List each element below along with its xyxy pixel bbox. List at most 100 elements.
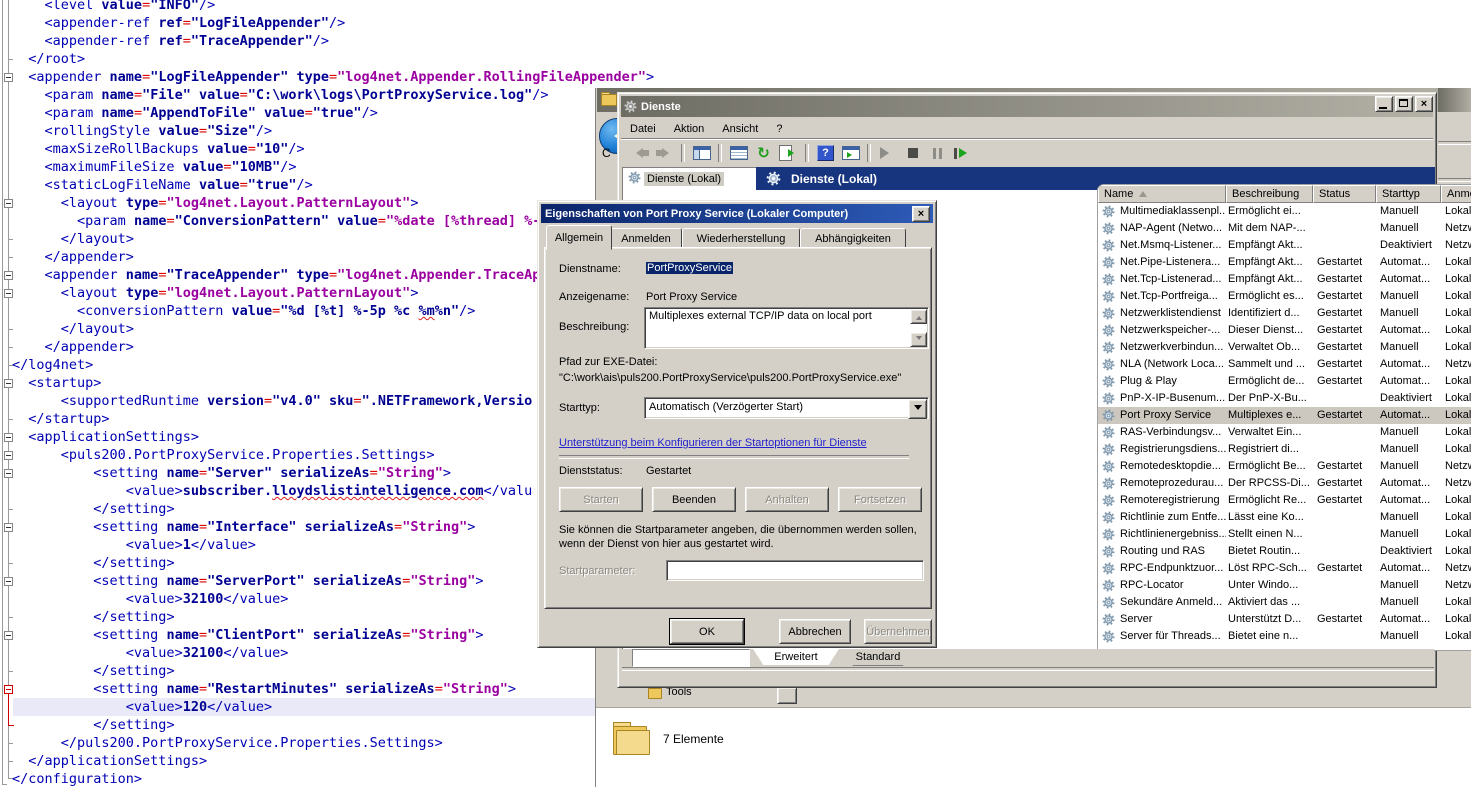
back-icon[interactable]: [627, 143, 652, 164]
service-row-ras-verbindungsv-[interactable]: RAS-Verbindungsv...Verwaltet Ein...Manue…: [1098, 424, 1471, 441]
export-list-icon[interactable]: [776, 143, 801, 164]
service-row-server-f-r-threads-[interactable]: Server für Threads...Bietet eine n...Man…: [1098, 628, 1471, 645]
minimize-icon[interactable]: [1375, 96, 1393, 112]
view-tab-standard[interactable]: Standard: [845, 649, 911, 666]
service-row-server[interactable]: ServerUnterstützt D...GestartetAutomat..…: [1098, 611, 1471, 628]
uebernehmen-button[interactable]: Übernehmen: [864, 619, 932, 644]
code-line[interactable]: </root>: [12, 50, 654, 68]
service-row-netzwerkspeicher-[interactable]: Netzwerkspeicher-...Dieser Dienst...Gest…: [1098, 322, 1471, 339]
fold-marker[interactable]: [8, 694, 9, 725]
properties-icon[interactable]: [726, 143, 751, 164]
service-row-rpc-endpunktzuor-[interactable]: RPC-Endpunktzuor...Löst RPC-Sch...Gestar…: [1098, 560, 1471, 577]
code-line[interactable]: <level value="INFO"/>: [12, 0, 654, 14]
restart-service-icon[interactable]: [950, 143, 975, 164]
ok-button[interactable]: OK: [670, 619, 744, 644]
gear-icon: [1102, 239, 1115, 252]
dienstname-value[interactable]: PortProxyService: [646, 262, 733, 274]
tree-item-dienste-lokal[interactable]: Dienste (Lokal): [625, 170, 727, 188]
maximize-icon[interactable]: [1395, 96, 1413, 112]
services-title-bar[interactable]: Dienste: [621, 96, 1433, 117]
code-line[interactable]: <maximumFileSize value="10MB"/>: [12, 158, 654, 176]
startparameter-input[interactable]: [666, 560, 924, 581]
service-row-richtlinie-zum-entfe-[interactable]: Richtlinie zum Entfe...Lässt eine Ko...M…: [1098, 509, 1471, 526]
service-name: Remoteprozedurau...: [1120, 477, 1226, 489]
filter-box[interactable]: [632, 649, 750, 667]
code-line[interactable]: </applicationSettings>: [12, 752, 654, 770]
gear-icon: [1102, 409, 1115, 422]
anhalten-button[interactable]: Anhalten: [745, 487, 829, 512]
menu-item-aktion[interactable]: Aktion: [665, 120, 714, 138]
service-row-net-tcp-portfreiga-[interactable]: Net.Tcp-Portfreiga...Ermöglicht es...Ges…: [1098, 288, 1471, 305]
service-description: Verwaltet Ob...: [1228, 341, 1314, 353]
service-row-netzwerkverbindun-[interactable]: Netzwerkverbindun...Verwaltet Ob...Gesta…: [1098, 339, 1471, 356]
code-line[interactable]: <setting name="RestartMinutes" serialize…: [12, 680, 654, 698]
code-line[interactable]: </setting>: [12, 716, 654, 734]
beschreibung-field[interactable]: Multiplexes external TCP/IP data on loca…: [644, 307, 929, 349]
beenden-button[interactable]: Beenden: [652, 487, 736, 512]
code-line[interactable]: </configuration>: [12, 770, 654, 787]
tab-allgemein[interactable]: Allgemein: [546, 225, 612, 250]
service-row-routing-und-ras[interactable]: Routing und RASBietet Routin...Deaktivie…: [1098, 543, 1471, 560]
service-row-sekund-re-anmeld-[interactable]: Sekundäre Anmeld...Aktiviert das ...Manu…: [1098, 594, 1471, 611]
pause-service-icon[interactable]: [925, 143, 950, 164]
service-row-multimediaklassenpl-[interactable]: Multimediaklassenpl...Ermöglicht ei...Ma…: [1098, 203, 1471, 220]
combo-dropdown-button[interactable]: [908, 399, 927, 419]
fortsetzen-button[interactable]: Fortsetzen: [838, 487, 922, 512]
service-row-port-proxy-service[interactable]: Port Proxy ServiceMultiplexes e...Gestar…: [1098, 407, 1471, 424]
code-line[interactable]: <appender-ref ref="TraceAppender"/>: [12, 32, 654, 50]
service-row-pnp-x-ip-busenum-[interactable]: PnP-X-IP-Busenum...Der PnP-X-Bu...Deakti…: [1098, 390, 1471, 407]
column-header-name[interactable]: Name: [1098, 185, 1226, 203]
extended-view-icon[interactable]: [838, 143, 863, 164]
service-row-net-msmq-listener-[interactable]: Net.Msmq-Listener...Empfängt Akt...Deakt…: [1098, 237, 1471, 254]
refresh-icon[interactable]: ↻: [751, 143, 776, 164]
startoptions-help-link[interactable]: Unterstützung beim Konfigurieren der Sta…: [559, 437, 867, 449]
code-line[interactable]: <maxSizeRollBackups value="10"/>: [12, 140, 654, 158]
code-line[interactable]: <param name="File" value="C:\work\logs\P…: [12, 86, 654, 104]
column-header-beschreibung[interactable]: Beschreibung: [1226, 185, 1313, 203]
menu-item-datei[interactable]: Datei: [621, 120, 665, 138]
code-line[interactable]: </setting>: [12, 662, 654, 680]
starttyp-combobox[interactable]: Automatisch (Verzögerter Start): [644, 397, 929, 419]
service-row-rpc-locator[interactable]: RPC-LocatorUnter Windo...ManuellNetzwerk…: [1098, 577, 1471, 594]
forward-icon[interactable]: [652, 143, 677, 164]
close-icon[interactable]: ×: [1415, 96, 1433, 112]
service-row-net-pipe-listenera-[interactable]: Net.Pipe-Listenera...Empfängt Akt...Gest…: [1098, 254, 1471, 271]
help-icon[interactable]: ?: [813, 143, 838, 164]
view-tab-erweitert[interactable]: Erweitert: [753, 649, 839, 665]
service-row-netzwerklistendienst[interactable]: NetzwerklistendienstIdentifiziert d...Ge…: [1098, 305, 1471, 322]
stop-service-icon[interactable]: [900, 143, 925, 164]
scroll-down-button[interactable]: [910, 332, 927, 347]
dialog-title-bar[interactable]: Eigenschaften von Port Proxy Service (Lo…: [541, 204, 933, 223]
service-row-remotedesktopdie-[interactable]: Remotedesktopdie...Ermöglicht Be...Gesta…: [1098, 458, 1471, 475]
service-row-nla-network-loca-[interactable]: NLA (Network Loca...Sammelt und ...Gesta…: [1098, 356, 1471, 373]
code-line[interactable]: </puls200.PortProxyService.Properties.Se…: [12, 734, 654, 752]
code-line[interactable]: <param name="AppendToFile" value="true"/…: [12, 104, 654, 122]
menu-item-ansicht[interactable]: Ansicht: [713, 120, 767, 138]
column-header-anmelden-als[interactable]: Anmelden als: [1441, 185, 1471, 203]
code-line[interactable]: <value>120</value>: [12, 698, 654, 716]
service-row-richtlinienergebniss-[interactable]: Richtlinienergebniss...Stellt einen N...…: [1098, 526, 1471, 543]
service-row-remoteregistrierung[interactable]: RemoteregistrierungErmöglicht Re...Gesta…: [1098, 492, 1471, 509]
scroll-up-button[interactable]: [910, 309, 927, 324]
service-row-plug-play[interactable]: Plug & PlayErmöglicht de...GestartetAuto…: [1098, 373, 1471, 390]
fold-marker[interactable]: [2, 0, 7, 785]
service-row-net-tcp-listenerad-[interactable]: Net.Tcp-Listenerad...Empfängt Akt...Gest…: [1098, 271, 1471, 288]
service-row-registrierungsdiens-[interactable]: Registrierungsdiens...Registriert di...M…: [1098, 441, 1471, 458]
service-row-remoteprozedurau-[interactable]: Remoteprozedurau...Der RPCSS-Di...Gestar…: [1098, 475, 1471, 492]
service-row-nap-agent-netwo-[interactable]: NAP-Agent (Netwo...Mit dem NAP-...Manuel…: [1098, 220, 1471, 237]
code-line[interactable]: <staticLogFileName value="true"/>: [12, 176, 654, 194]
column-header-status[interactable]: Status: [1313, 185, 1376, 203]
menu-item-help[interactable]: ?: [767, 120, 791, 138]
console-tree-icon[interactable]: [689, 143, 714, 164]
start-service-icon[interactable]: [875, 143, 900, 164]
close-icon[interactable]: ×: [912, 206, 930, 222]
dropdown-button[interactable]: [777, 687, 797, 704]
abbrechen-button[interactable]: Abbrechen: [779, 619, 851, 644]
service-description: Mit dem NAP-...: [1228, 222, 1314, 234]
code-line[interactable]: <rollingStyle value="Size"/>: [12, 122, 654, 140]
starten-button[interactable]: Starten: [559, 487, 643, 512]
code-line[interactable]: <appender-ref ref="LogFileAppender"/>: [12, 14, 654, 32]
column-header-starttyp[interactable]: Starttyp: [1376, 185, 1441, 203]
code-line[interactable]: <appender name="LogFileAppender" type="l…: [12, 68, 654, 86]
service-description: Multiplexes e...: [1228, 409, 1314, 421]
